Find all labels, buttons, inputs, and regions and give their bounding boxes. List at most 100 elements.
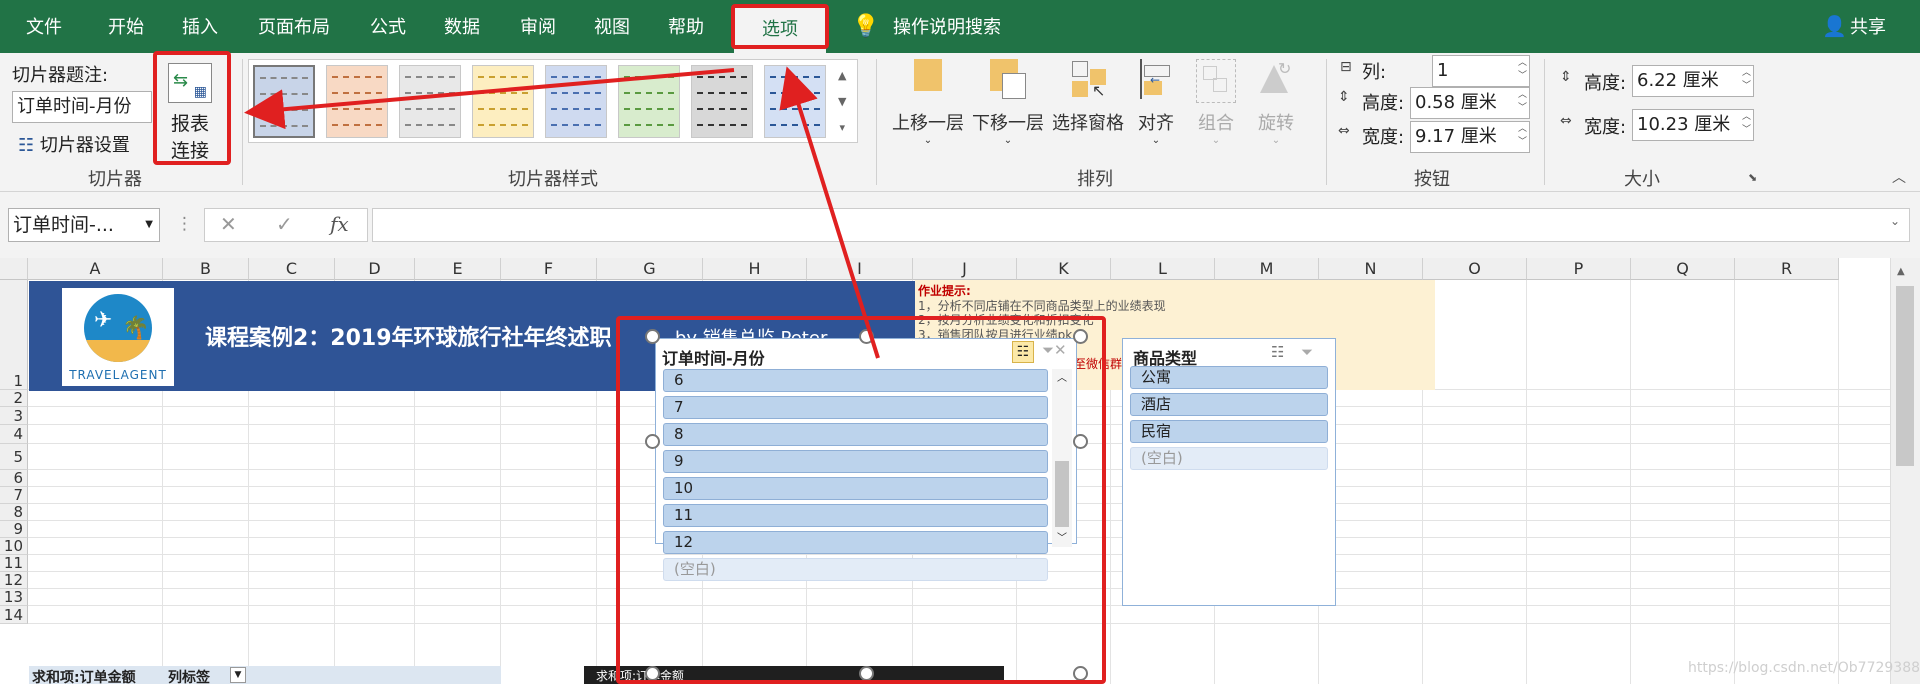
column-header-I[interactable]: I bbox=[807, 258, 913, 280]
tab-data[interactable]: 数据 bbox=[444, 0, 480, 53]
dialog-launcher-icon[interactable]: ⬊ bbox=[1748, 171, 1757, 184]
tab-help[interactable]: 帮助 bbox=[668, 0, 704, 53]
slicer-style-6[interactable] bbox=[618, 65, 680, 138]
row-header-7[interactable]: 7 bbox=[0, 487, 28, 504]
shape-height-spinner[interactable]: 6.22 厘米 ︿ ﹀ bbox=[1632, 65, 1754, 97]
tab-formulas[interactable]: 公式 bbox=[370, 0, 406, 53]
row-header-13[interactable]: 13 bbox=[0, 589, 28, 606]
column-header-C[interactable]: C bbox=[249, 258, 335, 280]
group-arrange-label: 排列 bbox=[1077, 169, 1113, 190]
column-header-B[interactable]: B bbox=[163, 258, 249, 280]
expand-formula-icon[interactable]: ⌄ bbox=[1890, 214, 1900, 228]
tab-insert[interactable]: 插入 bbox=[182, 0, 218, 53]
rotate-button: ↻ 旋转 ⌄ bbox=[1248, 59, 1304, 146]
slicer-style-3[interactable] bbox=[399, 65, 461, 138]
spinner-arrows[interactable]: ︿ ﹀ bbox=[1518, 57, 1527, 83]
slicer-style-4[interactable] bbox=[472, 65, 534, 138]
column-header-A[interactable]: A bbox=[28, 258, 163, 280]
row-header-3[interactable]: 3 bbox=[0, 407, 28, 425]
slicer-caption-input[interactable]: 订单时间-月份 bbox=[12, 91, 152, 123]
slicer-style-5[interactable] bbox=[545, 65, 607, 138]
slicer-settings-button[interactable]: ☷ 切片器设置 bbox=[18, 131, 130, 157]
tab-view[interactable]: 视图 bbox=[594, 0, 630, 53]
row-header-11[interactable]: 11 bbox=[0, 555, 28, 572]
spinner-arrows[interactable]: ︿ ﹀ bbox=[1518, 123, 1527, 149]
row-header-1[interactable]: 1 bbox=[0, 280, 28, 390]
column-header-L[interactable]: L bbox=[1111, 258, 1215, 280]
enter-icon[interactable]: ✓ bbox=[276, 212, 293, 236]
formula-input[interactable] bbox=[372, 208, 1910, 242]
gallery-scroll[interactable]: ▲ ▼ ▾ bbox=[838, 63, 846, 141]
slicer-style-7[interactable] bbox=[691, 65, 753, 138]
select-all-corner[interactable] bbox=[0, 258, 28, 280]
row-header-8[interactable]: 8 bbox=[0, 504, 28, 521]
spinner-arrows[interactable]: ︿ ﹀ bbox=[1742, 111, 1751, 137]
slicer-style-8[interactable] bbox=[764, 65, 826, 138]
vertical-scrollbar[interactable]: ▲ bbox=[1890, 258, 1920, 684]
slicer-style-1[interactable] bbox=[253, 65, 315, 138]
slicer-item[interactable]: 酒店 bbox=[1130, 393, 1328, 416]
column-header-K[interactable]: K bbox=[1017, 258, 1111, 280]
send-backward-button[interactable]: 下移一层 ⌄ bbox=[968, 59, 1048, 146]
row-header-4[interactable]: 4 bbox=[0, 425, 28, 444]
slicer-product-type[interactable]: 商品类型 ☷ ⏷ 公寓 酒店 民宿 (空白) bbox=[1122, 338, 1336, 606]
column-header-R[interactable]: R bbox=[1735, 258, 1839, 280]
column-header-D[interactable]: D bbox=[335, 258, 415, 280]
pivot-column-labels[interactable]: 列标签 bbox=[168, 667, 210, 687]
column-header-P[interactable]: P bbox=[1527, 258, 1631, 280]
button-height-spinner[interactable]: 0.58 厘米 ︿ ﹀ bbox=[1410, 87, 1530, 119]
insert-function-icon[interactable]: fx bbox=[330, 212, 349, 236]
align-button[interactable]: ← 对齐 ⌄ bbox=[1128, 59, 1184, 146]
columns-spinner[interactable]: 1 ︿ ﹀ bbox=[1432, 55, 1530, 87]
tab-review[interactable]: 审阅 bbox=[520, 0, 556, 53]
tab-page-layout[interactable]: 页面布局 bbox=[258, 0, 330, 53]
button-width-spinner[interactable]: 9.17 厘米 ︿ ﹀ bbox=[1410, 121, 1530, 153]
notes-line: 1，分析不同店铺在不同商品类型上的业绩表现 bbox=[918, 298, 1166, 313]
person-icon: 👤 bbox=[1822, 14, 1847, 38]
collapse-ribbon-icon[interactable]: ︿ bbox=[1892, 167, 1906, 187]
slicer-item[interactable]: 民宿 bbox=[1130, 420, 1328, 443]
notes-heading: 作业提示: bbox=[918, 284, 971, 298]
row-header-10[interactable]: 10 bbox=[0, 538, 28, 555]
row-header-5[interactable]: 5 bbox=[0, 444, 28, 470]
column-header-F[interactable]: F bbox=[501, 258, 597, 280]
worksheet-grid[interactable]: 14 13 12 11 10 9 8 7 6 5 4 3 2 1 R Q P O N M L K J I H G F E D C B A ▲ ✈… bbox=[0, 258, 1920, 687]
slicer-style-2[interactable] bbox=[326, 65, 388, 138]
divider bbox=[1326, 59, 1327, 185]
column-header-G[interactable]: G bbox=[597, 258, 703, 280]
row-header-6[interactable]: 6 bbox=[0, 470, 28, 487]
column-header-N[interactable]: N bbox=[1319, 258, 1423, 280]
tab-file[interactable]: 文件 bbox=[26, 0, 62, 53]
group-size-label: 大小 bbox=[1624, 169, 1660, 190]
name-box[interactable]: 订单时间-... ▼ bbox=[8, 208, 160, 242]
cancel-icon[interactable]: ✕ bbox=[220, 212, 237, 236]
slicer-item[interactable]: (空白) bbox=[1130, 447, 1328, 470]
clear-filter-icon[interactable]: ⏷ bbox=[1301, 343, 1313, 361]
column-header-H[interactable]: H bbox=[703, 258, 807, 280]
slicer-item[interactable]: 公寓 bbox=[1130, 366, 1328, 389]
column-header-E[interactable]: E bbox=[415, 258, 501, 280]
column-header-M[interactable]: M bbox=[1215, 258, 1319, 280]
multi-select-icon[interactable]: ☷ bbox=[1271, 343, 1284, 361]
selection-pane-button[interactable]: ↖ 选择窗格 bbox=[1048, 59, 1128, 135]
row-header-9[interactable]: 9 bbox=[0, 521, 28, 538]
divider bbox=[876, 59, 877, 185]
tab-home[interactable]: 开始 bbox=[108, 0, 144, 53]
share-button[interactable]: 共享 bbox=[1850, 0, 1886, 53]
send-backward-icon bbox=[986, 59, 1030, 103]
shape-width-spinner[interactable]: 10.23 厘米 ︿ ﹀ bbox=[1632, 109, 1754, 141]
pivot-sum-label[interactable]: 求和项:订单金额 bbox=[32, 667, 136, 687]
spinner-arrows[interactable]: ︿ ﹀ bbox=[1742, 67, 1751, 93]
filter-dropdown-icon[interactable]: ▼ bbox=[230, 667, 246, 683]
row-header-2[interactable]: 2 bbox=[0, 390, 28, 407]
rotate-icon: ↻ bbox=[1256, 59, 1296, 103]
bring-forward-button[interactable]: 上移一层 ⌄ bbox=[888, 59, 968, 146]
row-header-12[interactable]: 12 bbox=[0, 572, 28, 589]
row-header-14[interactable]: 14 bbox=[0, 606, 28, 624]
column-header-J[interactable]: J bbox=[913, 258, 1017, 280]
scrollbar-thumb[interactable] bbox=[1896, 286, 1914, 466]
column-header-O[interactable]: O bbox=[1423, 258, 1527, 280]
column-header-Q[interactable]: Q bbox=[1631, 258, 1735, 280]
spinner-arrows[interactable]: ︿ ﹀ bbox=[1518, 89, 1527, 115]
tell-me-search[interactable]: 操作说明搜索 bbox=[893, 0, 1001, 53]
